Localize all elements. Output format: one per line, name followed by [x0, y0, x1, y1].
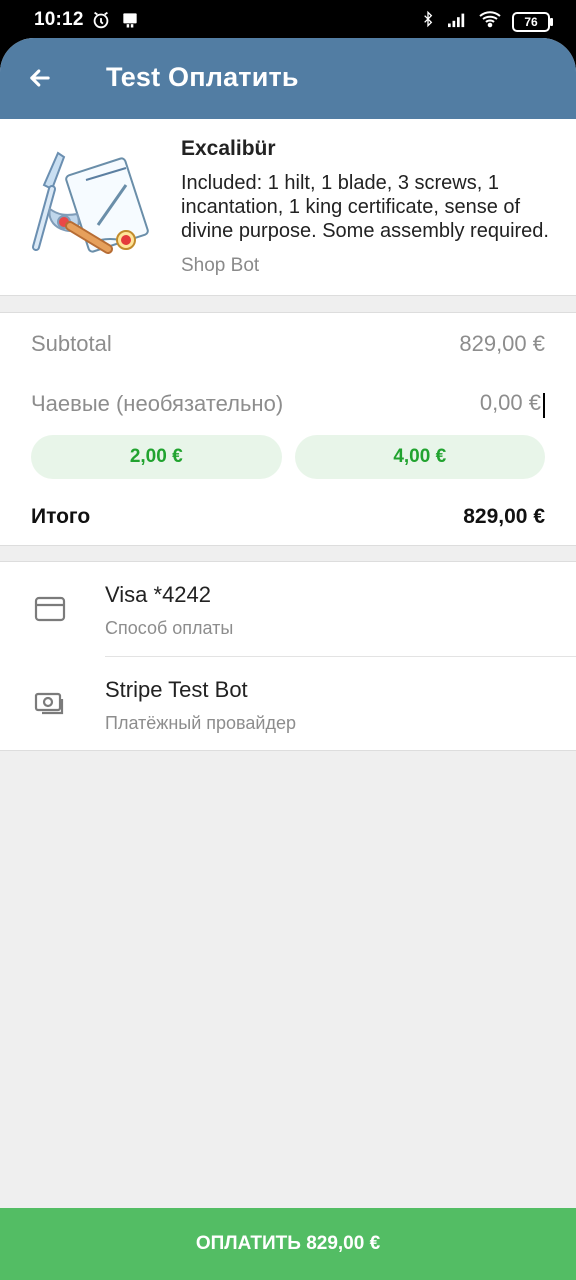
status-right: 76: [420, 9, 553, 34]
payment-screen: Test Оплатить Excalibür Included: 1 hilt…: [0, 38, 576, 1280]
product-name: Excalibür: [181, 137, 276, 160]
signal-icon: [446, 10, 468, 33]
product-description: Included: 1 hilt, 1 blade, 3 screws, 1 i…: [181, 172, 549, 242]
product-image: [30, 145, 154, 269]
text-cursor: [543, 393, 545, 419]
tip-option-1[interactable]: 2,00 €: [31, 435, 282, 479]
product-card: Excalibür Included: 1 hilt, 1 blade, 3 s…: [0, 119, 576, 296]
back-arrow-icon: [30, 69, 50, 87]
payment-method-row[interactable]: Visa *4242 Способ оплаты: [0, 562, 576, 657]
total-label: Итого: [31, 505, 91, 528]
total-row: Итого 829,00 €: [31, 505, 545, 529]
subtotal-value: 829,00 €: [459, 331, 545, 356]
battery-level: 76: [524, 14, 538, 29]
wifi-icon: [478, 10, 502, 33]
subtotal-label: Subtotal: [31, 331, 112, 356]
tip-options: 2,00 € 4,00 €: [31, 435, 545, 479]
subtotal-row: Subtotal 829,00 €: [31, 331, 545, 357]
payment-provider-title: Stripe Test Bot: [105, 677, 248, 702]
alarm-icon: [90, 9, 112, 36]
money-icon: [34, 691, 66, 717]
payment-provider-subtitle: Платёжный провайдер: [105, 713, 297, 733]
battery-indicator: 76: [512, 11, 553, 32]
payment-provider-row[interactable]: Stripe Test Bot Платёжный провайдер: [0, 657, 576, 751]
notification-icon: [120, 10, 140, 35]
status-left-icons: [90, 9, 140, 36]
tips-value: 0,00 €: [479, 390, 541, 415]
page-title: Test Оплатить: [106, 62, 299, 92]
tip-option-2[interactable]: 4,00 €: [294, 435, 545, 479]
payment-method-title: Visa *4242: [105, 582, 212, 607]
total-value: 829,00 €: [463, 505, 545, 528]
payment-method-subtitle: Способ оплаты: [105, 618, 234, 638]
payment-details: Visa *4242 Способ оплаты Stripe Test Bot…: [0, 561, 576, 751]
status-bar: 10:12 76: [0, 0, 576, 40]
top-app-bar: Test Оплатить: [0, 38, 576, 119]
tips-row: Чаевые (необязательно) 0,00 €: [31, 390, 545, 419]
tips-label: Чаевые (необязательно): [31, 391, 284, 417]
tips-input[interactable]: 0,00 €: [479, 390, 545, 419]
back-button[interactable]: [22, 60, 58, 96]
pay-button[interactable]: ОПЛАТИТЬ 829,00 €: [0, 1208, 576, 1280]
order-summary: Subtotal 829,00 € Чаевые (необязательно)…: [0, 312, 576, 546]
credit-card-icon: [34, 596, 66, 622]
bluetooth-icon: [420, 9, 436, 34]
shop-name: Shop Bot: [181, 255, 260, 276]
status-time: 10:12: [34, 9, 84, 30]
